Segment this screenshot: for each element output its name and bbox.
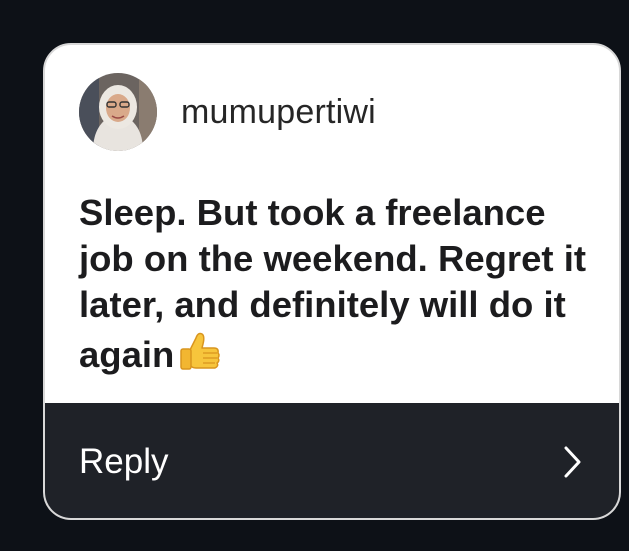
reply-button[interactable]: Reply bbox=[45, 403, 619, 518]
comment-card: mumupertiwi Sleep. But took a freelance … bbox=[43, 43, 621, 520]
avatar-image bbox=[79, 73, 157, 151]
comment-message: Sleep. But took a freelance job on the w… bbox=[79, 190, 599, 387]
chevron-right-icon bbox=[563, 445, 583, 479]
thumbs-up-icon bbox=[176, 328, 224, 387]
message-text: Sleep. But took a freelance job on the w… bbox=[79, 192, 587, 375]
username[interactable]: mumupertiwi bbox=[181, 93, 376, 132]
comment-header: mumupertiwi bbox=[79, 73, 376, 151]
reply-label: Reply bbox=[79, 441, 169, 481]
avatar bbox=[79, 73, 157, 151]
